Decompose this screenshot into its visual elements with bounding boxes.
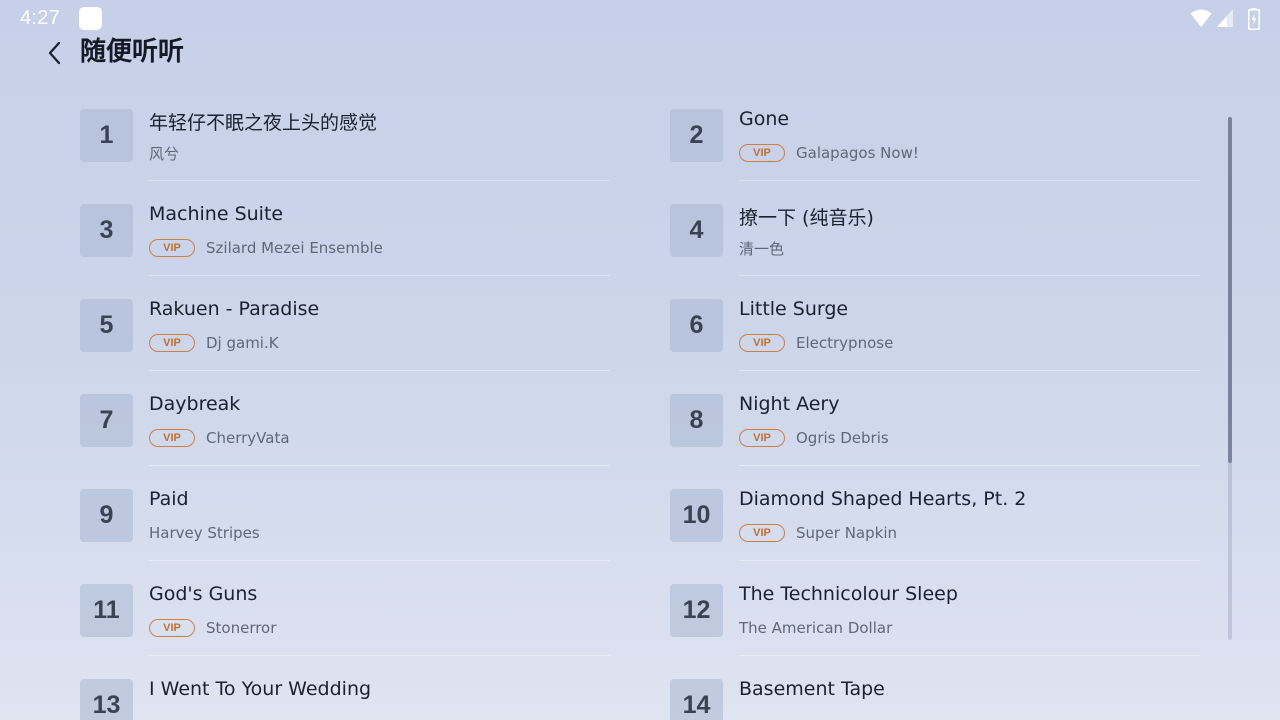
rank-number: 5 <box>80 299 133 352</box>
song-artist: CherryVata <box>206 429 290 447</box>
song-title: 撩一下 (纯音乐) <box>739 207 874 229</box>
song-title: 年轻仔不眠之夜上头的感觉 <box>149 112 378 134</box>
rank-number: 8 <box>670 394 723 447</box>
song-meta: VIP Electrypnose <box>739 333 893 353</box>
status-bar: 4:27 <box>0 0 1280 36</box>
song-item[interactable]: 9 Paid Harvey Stripes <box>80 469 610 564</box>
song-meta: VIP CherryVata <box>149 428 290 448</box>
back-button[interactable] <box>38 36 72 70</box>
song-meta: VIP Stonerror <box>149 618 276 638</box>
song-meta: VIP Ogris Debris <box>739 428 889 448</box>
song-artist: 清一色 <box>739 239 785 258</box>
app-notification-icon <box>79 7 102 30</box>
song-item[interactable]: 14 Basement Tape <box>670 659 1200 720</box>
song-meta: VIP Galapagos Now! <box>739 143 919 163</box>
vip-badge: VIP <box>739 144 785 162</box>
chevron-left-icon <box>48 41 61 65</box>
song-title: Paid <box>149 488 189 510</box>
song-title: Daybreak <box>149 393 241 415</box>
song-meta: 清一色 <box>739 238 784 258</box>
song-item[interactable]: 13 I Went To Your Wedding <box>80 659 610 720</box>
song-artist: Electrypnose <box>796 334 894 352</box>
song-artist: Szilard Mezei Ensemble <box>206 239 383 257</box>
vip-badge: VIP <box>149 334 195 352</box>
status-time: 4:27 <box>20 7 61 29</box>
song-meta: VIP Szilard Mezei Ensemble <box>149 238 383 258</box>
vip-badge: VIP <box>149 429 195 447</box>
song-item[interactable]: 4 撩一下 (纯音乐) 清一色 <box>670 184 1200 279</box>
song-item[interactable]: 8 Night Aery VIP Ogris Debris <box>670 374 1200 469</box>
song-title: Gone <box>739 108 790 130</box>
scrollbar-thumb[interactable] <box>1228 117 1232 463</box>
song-item[interactable]: 5 Rakuen - Paradise VIP Dj gami.K <box>80 279 610 374</box>
battery-charging-icon <box>1248 8 1260 30</box>
rank-number: 13 <box>80 679 133 720</box>
vip-badge: VIP <box>739 524 785 542</box>
song-title: Diamond Shaped Hearts, Pt. 2 <box>739 488 1027 510</box>
wifi-icon <box>1190 9 1212 27</box>
song-item[interactable]: 11 God's Guns VIP Stonerror <box>80 564 610 659</box>
rank-number: 9 <box>80 489 133 542</box>
song-grid: 1 年轻仔不眠之夜上头的感觉 风兮 2 Gone VIP Galapagos N… <box>80 89 1200 720</box>
song-item[interactable]: 6 Little Surge VIP Electrypnose <box>670 279 1200 374</box>
status-icons <box>1190 8 1262 30</box>
song-artist: 风兮 <box>149 144 180 163</box>
song-item[interactable]: 12 The Technicolour Sleep The American D… <box>670 564 1200 659</box>
rank-number: 3 <box>80 204 133 257</box>
song-title: Little Surge <box>739 298 849 320</box>
song-item[interactable]: 10 Diamond Shaped Hearts, Pt. 2 VIP Supe… <box>670 469 1200 564</box>
song-title: Night Aery <box>739 393 840 415</box>
song-title: Machine Suite <box>149 203 284 225</box>
page-title: 随便听听 <box>80 37 185 67</box>
rank-number: 14 <box>670 679 723 720</box>
song-item[interactable]: 2 Gone VIP Galapagos Now! <box>670 89 1200 184</box>
song-title: God's Guns <box>149 583 258 605</box>
song-artist: Galapagos Now! <box>796 144 919 162</box>
song-artist: Stonerror <box>206 619 277 637</box>
scrollbar-track[interactable] <box>1228 117 1232 640</box>
vip-badge: VIP <box>149 239 195 257</box>
vip-badge: VIP <box>739 429 785 447</box>
rank-number: 12 <box>670 584 723 637</box>
song-artist: Super Napkin <box>796 524 898 542</box>
song-meta: VIP Dj gami.K <box>149 333 279 353</box>
song-item[interactable]: 1 年轻仔不眠之夜上头的感觉 风兮 <box>80 89 610 184</box>
song-item[interactable]: 7 Daybreak VIP CherryVata <box>80 374 610 469</box>
song-artist: Dj gami.K <box>206 334 279 352</box>
rank-number: 2 <box>670 109 723 162</box>
song-title: The Technicolour Sleep <box>739 583 958 605</box>
song-meta: Harvey Stripes <box>149 523 260 543</box>
vip-badge: VIP <box>149 619 195 637</box>
song-title: I Went To Your Wedding <box>149 678 372 700</box>
rank-number: 1 <box>80 109 133 162</box>
rank-number: 7 <box>80 394 133 447</box>
song-meta: The American Dollar <box>739 618 892 638</box>
cell-signal-icon <box>1217 9 1233 27</box>
rank-number: 6 <box>670 299 723 352</box>
song-meta: 风兮 <box>149 143 179 163</box>
song-artist: The American Dollar <box>739 619 893 637</box>
song-title: Rakuen - Paradise <box>149 298 320 320</box>
vip-badge: VIP <box>739 334 785 352</box>
header: 随便听听 <box>0 36 1280 76</box>
rank-number: 10 <box>670 489 723 542</box>
song-item[interactable]: 3 Machine Suite VIP Szilard Mezei Ensemb… <box>80 184 610 279</box>
rank-number: 11 <box>80 584 133 637</box>
song-artist: Harvey Stripes <box>149 524 260 542</box>
song-artist: Ogris Debris <box>796 429 889 447</box>
song-title: Basement Tape <box>739 678 885 700</box>
rank-number: 4 <box>670 204 723 257</box>
song-meta: VIP Super Napkin <box>739 523 897 543</box>
